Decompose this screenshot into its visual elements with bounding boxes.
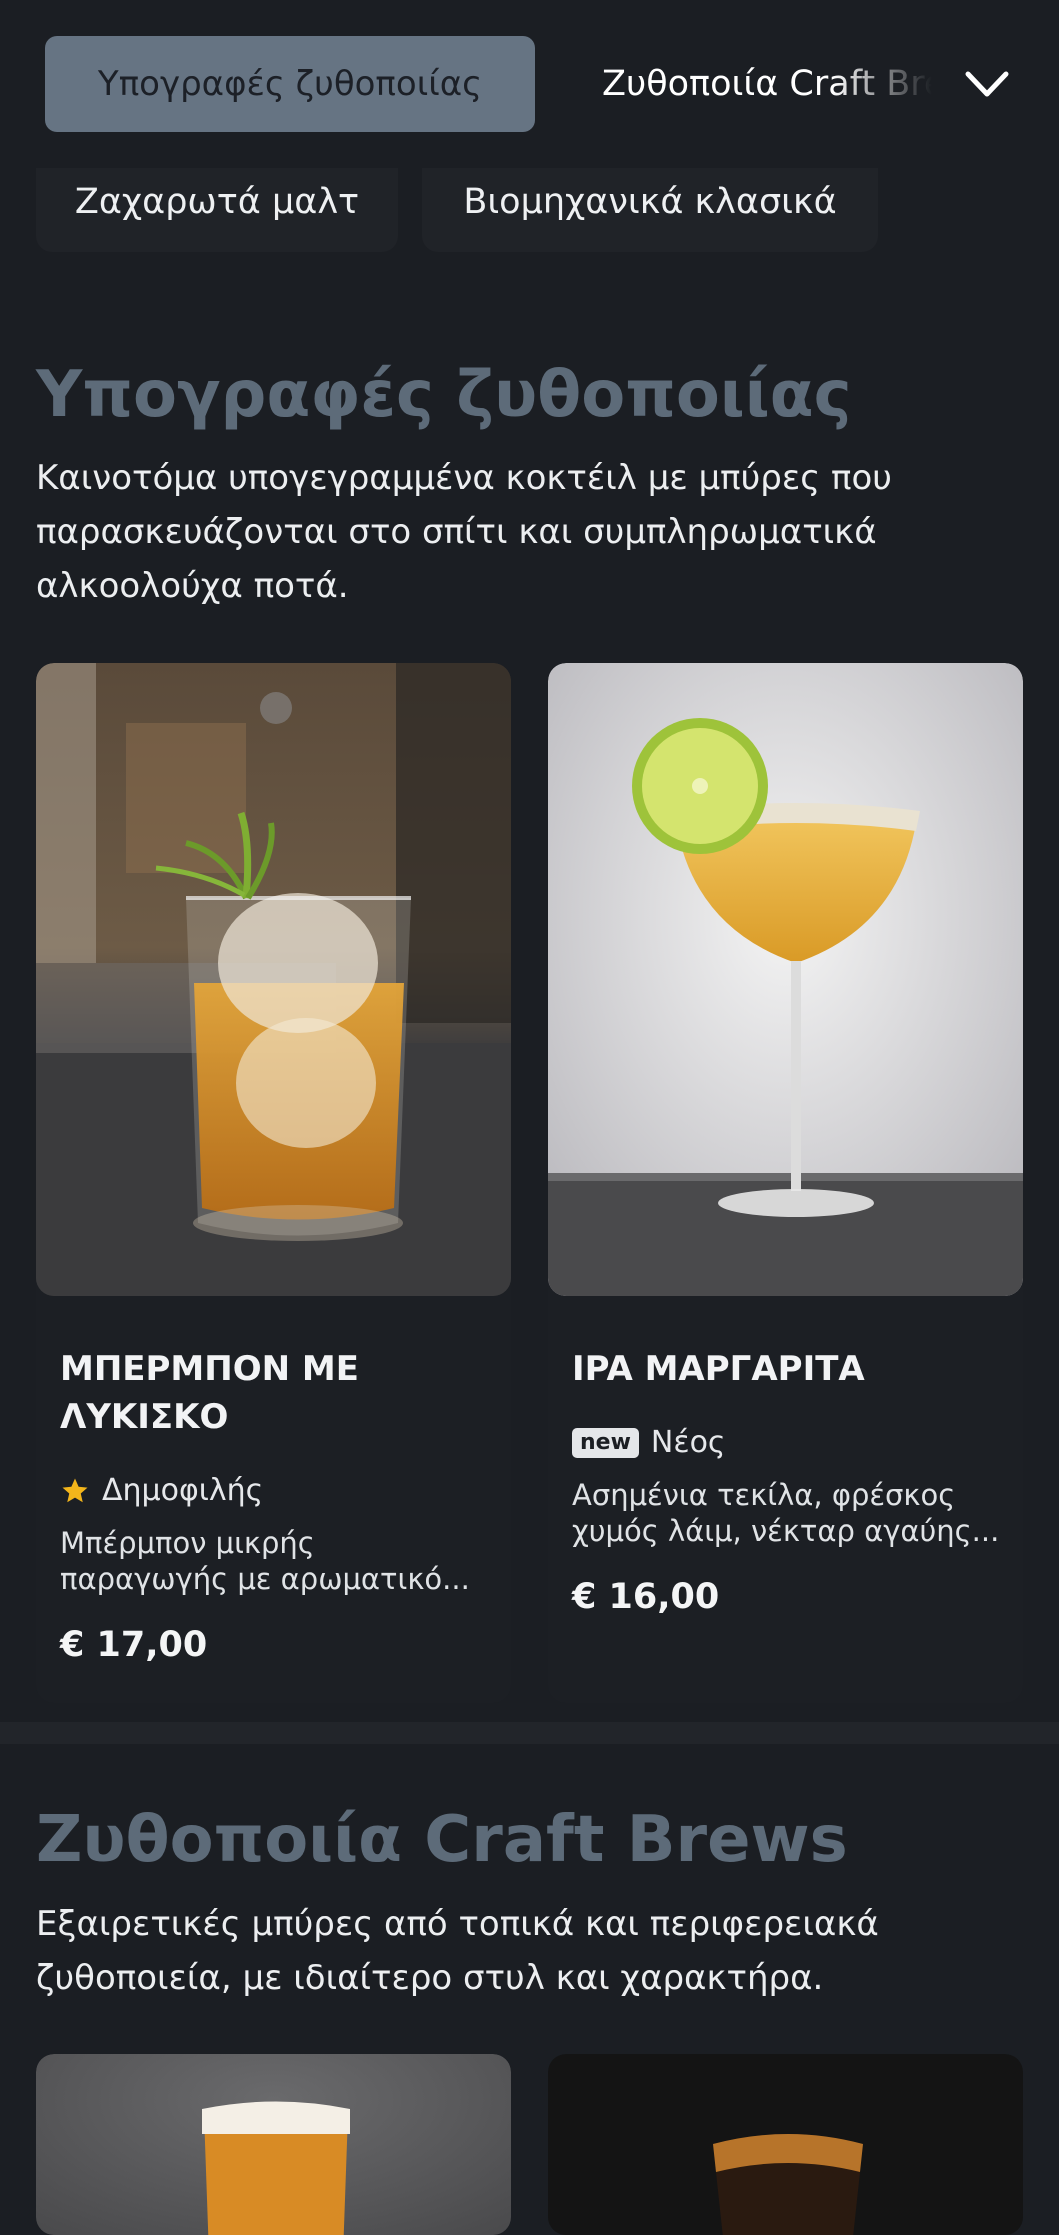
whiskey-glass-image: [36, 663, 511, 1296]
description-line: Ασημένια τεκίλα, φρέσκος: [572, 1478, 956, 1512]
lager-glass-image: [36, 2054, 511, 2235]
product-card-lager[interactable]: [36, 2054, 511, 2235]
product-card-ipa-margarita[interactable]: IPA ΜΑΡΓΑΡΙΤΑ new Νέος Ασημένια τεκίλα, …: [548, 663, 1023, 1703]
tab-signature-brews[interactable]: Υπογραφές ζυθοποιίας: [45, 36, 535, 132]
margarita-glass-image: [548, 663, 1023, 1296]
badge-label: Δημοφιλής: [102, 1473, 264, 1508]
description-line: παραγωγής με αρωματικό...: [60, 1562, 470, 1596]
chevron-down-icon[interactable]: [962, 62, 1012, 106]
section-description: Καινοτόμα υπογεγραμμένα κοκτέιλ με μπύρε…: [36, 458, 892, 606]
category-nav: Υπογραφές ζυθοποιίας Ζυθοποιία Craft Bre…: [0, 0, 1059, 168]
product-description: Μπέρμπον μικρής παραγωγής με αρωματικό..…: [60, 1525, 500, 1597]
description-line: χυμός λάιμ, νέκταρ αγαύης...: [572, 1514, 1000, 1548]
star-icon: [62, 1478, 88, 1502]
badge-label: Νέος: [650, 1425, 726, 1460]
description-line: Μπέρμπον μικρής: [60, 1526, 315, 1560]
product-description: Ασημένια τεκίλα, φρέσκος χυμός λάιμ, νέκ…: [572, 1477, 1012, 1549]
product-name: ΜΠΕΡΜΠΟΝ ΜΕ ΛΥΚΙΣΚΟ: [60, 1349, 359, 1437]
popular-badge: Δημοφιλής: [60, 1473, 263, 1508]
product-price: € 16,00: [572, 1577, 720, 1617]
product-price: € 17,00: [60, 1625, 208, 1665]
section-divider: [0, 1722, 1059, 1744]
product-card-stout[interactable]: [548, 2054, 1023, 2235]
product-card-bourbon[interactable]: ΜΠΕΡΜΠΟΝ ΜΕ ΛΥΚΙΣΚΟ Δημοφιλής Μπέρμπον μ…: [36, 663, 511, 1703]
section-description: Εξαιρετικές μπύρες από τοπικά και περιφε…: [36, 1904, 879, 1998]
tab-craft-brews[interactable]: Ζυθοποιία Craft Brews: [602, 36, 932, 132]
product-name: IPA ΜΑΡΓΑΡΙΤΑ: [572, 1349, 865, 1389]
menu-page: Υπογραφές ζυθοποιίας Ζυθοποιία Craft Bre…: [0, 0, 1059, 2235]
new-tag: new: [572, 1427, 639, 1458]
section-title: Υπογραφές ζυθοποιίας: [36, 358, 852, 432]
new-badge: new Νέος: [572, 1425, 726, 1460]
section-title: Ζυθοποιία Craft Brews: [36, 1803, 848, 1877]
stout-glass-image: [548, 2054, 1023, 2235]
